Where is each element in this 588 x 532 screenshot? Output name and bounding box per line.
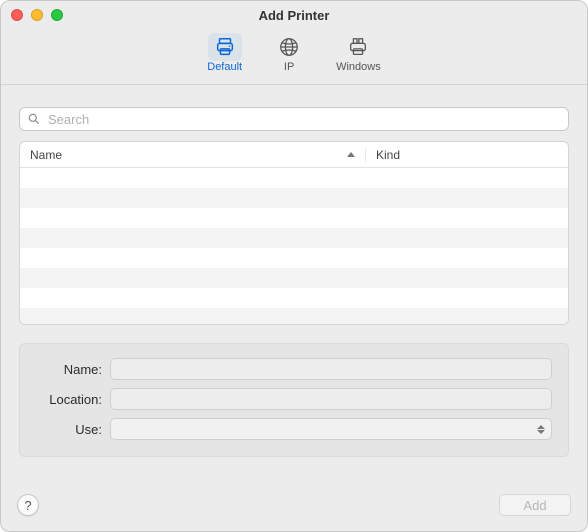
footer: ? Add — [1, 483, 587, 531]
table-row — [20, 208, 568, 228]
table-row — [20, 228, 568, 248]
window-title: Add Printer — [259, 8, 330, 23]
content-area: Name Kind Name: — [1, 85, 587, 483]
table-row — [20, 268, 568, 288]
column-label: Kind — [376, 148, 400, 162]
printer-icon — [214, 36, 236, 58]
tab-label: IP — [284, 61, 294, 73]
location-label: Location: — [36, 392, 110, 407]
sort-ascending-icon — [347, 152, 355, 157]
column-header-name[interactable]: Name — [20, 148, 366, 162]
tab-windows[interactable]: Windows — [330, 31, 387, 75]
zoom-icon[interactable] — [51, 9, 63, 21]
table-body[interactable] — [20, 168, 568, 324]
add-button[interactable]: Add — [499, 494, 571, 516]
titlebar: Add Printer — [1, 1, 587, 29]
chevron-up-down-icon — [534, 421, 548, 437]
help-button[interactable]: ? — [17, 494, 39, 516]
search-input[interactable] — [19, 107, 569, 131]
windows-printer-icon — [347, 36, 369, 58]
close-icon[interactable] — [11, 9, 23, 21]
name-label: Name: — [36, 362, 110, 377]
globe-icon — [278, 36, 300, 58]
table-header: Name Kind — [20, 142, 568, 168]
table-row — [20, 188, 568, 208]
window-controls — [11, 9, 63, 21]
table-row — [20, 288, 568, 308]
toolbar: Default IP — [1, 29, 587, 85]
search-field-wrap — [19, 107, 569, 131]
tab-ip[interactable]: IP — [266, 31, 312, 75]
minimize-icon[interactable] — [31, 9, 43, 21]
name-field[interactable] — [110, 358, 552, 380]
use-select[interactable] — [110, 418, 552, 440]
column-label: Name — [30, 148, 62, 162]
tab-label: Windows — [336, 61, 381, 73]
tab-default[interactable]: Default — [201, 31, 248, 75]
use-label: Use: — [36, 422, 110, 437]
add-printer-window: Add Printer Default — [0, 0, 588, 532]
add-button-label: Add — [523, 498, 546, 513]
column-header-kind[interactable]: Kind — [366, 148, 568, 162]
table-row — [20, 248, 568, 268]
tab-label: Default — [207, 61, 242, 73]
location-field[interactable] — [110, 388, 552, 410]
search-icon — [27, 112, 41, 126]
table-row — [20, 308, 568, 324]
help-icon: ? — [24, 498, 31, 513]
printer-table: Name Kind — [19, 141, 569, 325]
printer-details-panel: Name: Location: Use: — [19, 343, 569, 457]
table-row — [20, 168, 568, 188]
